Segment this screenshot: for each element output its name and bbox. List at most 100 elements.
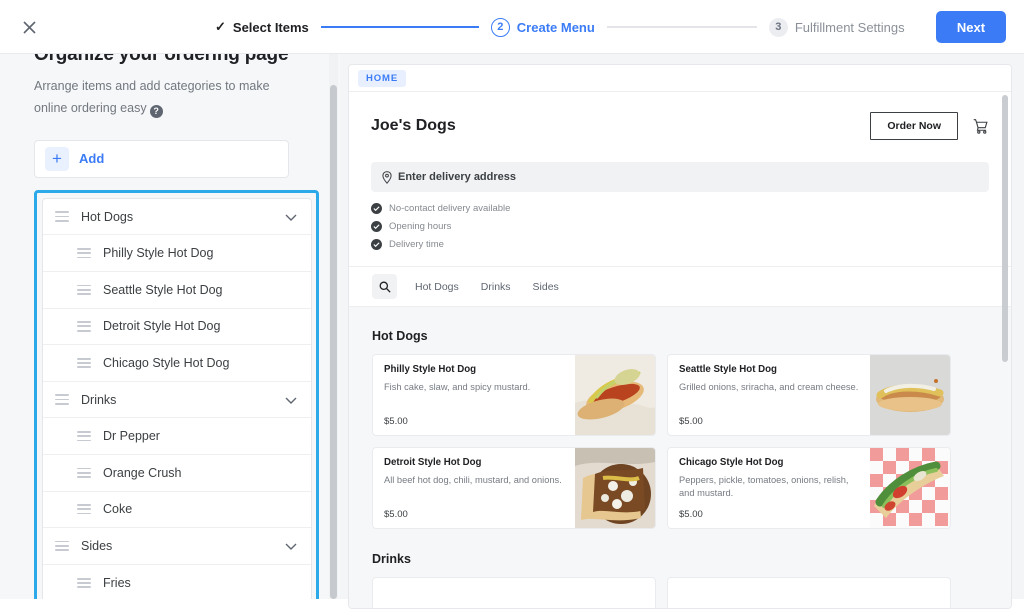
drag-handle-icon[interactable] xyxy=(55,211,69,222)
dish-card-placeholder[interactable] xyxy=(372,577,656,608)
nav-link-drinks[interactable]: Drinks xyxy=(481,281,511,293)
detroit-hot-dog-photo xyxy=(575,448,655,528)
tab-home[interactable]: HOME xyxy=(358,69,407,87)
cart-icon[interactable] xyxy=(972,118,989,135)
item-row-fries[interactable]: Fries xyxy=(43,565,311,599)
item-row-seattle-style-hot-dog[interactable]: Seattle Style Hot Dog xyxy=(43,272,311,309)
drag-handle-icon[interactable] xyxy=(77,577,91,589)
chevron-down-icon[interactable] xyxy=(285,208,297,226)
wizard-step-number: 3 xyxy=(768,17,788,37)
check-circle-icon xyxy=(371,239,382,250)
drag-handle-icon[interactable] xyxy=(77,467,91,478)
dish-price: $5.00 xyxy=(384,416,408,427)
chevron-down-icon[interactable] xyxy=(285,537,297,555)
delivery-address-input[interactable]: Enter delivery address xyxy=(371,162,989,192)
wizard-connector-active xyxy=(320,26,479,28)
wizard-step-create-menu[interactable]: 2 Create Menu xyxy=(490,17,595,37)
plus-icon: + xyxy=(45,146,69,171)
drag-handle-icon[interactable] xyxy=(55,394,69,405)
dish-description: All beef hot dog, chili, mustard, and on… xyxy=(384,475,562,485)
next-button[interactable]: Next xyxy=(936,11,1006,43)
drag-handle-icon[interactable] xyxy=(55,540,69,552)
store-fact-label: Delivery time xyxy=(389,239,444,250)
dish-name: Seattle Style Hot Dog xyxy=(679,364,777,375)
store-preview-frame: HOME Joe's Dogs Order Now Enter delivery… xyxy=(348,64,1012,609)
drag-handle-icon[interactable] xyxy=(77,504,91,515)
wizard-step-fulfillment-settings[interactable]: 3 Fulfillment Settings xyxy=(768,17,905,37)
category-row-sides[interactable]: Sides xyxy=(43,528,311,565)
row-label: Seattle Style Hot Dog xyxy=(103,282,223,297)
dish-price: $5.00 xyxy=(679,509,703,520)
search-icon[interactable] xyxy=(372,274,397,299)
row-label: Orange Crush xyxy=(103,465,182,480)
store-name: Joe's Dogs xyxy=(371,117,456,134)
check-circle-icon xyxy=(371,203,382,214)
close-icon[interactable] xyxy=(18,16,40,38)
store-fact: Opening hours xyxy=(371,221,989,232)
dish-name: Chicago Style Hot Dog xyxy=(679,457,784,468)
check-circle-icon xyxy=(371,221,382,232)
store-fact: No-contact delivery available xyxy=(371,203,989,214)
sidebar-scrollbar-thumb[interactable] xyxy=(330,85,337,599)
item-row-orange-crush[interactable]: Orange Crush xyxy=(43,455,311,492)
menu-category-nav: Hot Dogs Drinks Sides xyxy=(349,266,1011,307)
dish-card-philly-style-hot-dog[interactable]: Philly Style Hot Dog Fish cake, slaw, an… xyxy=(372,354,656,436)
dish-description: Fish cake, slaw, and spicy mustard. xyxy=(384,382,531,392)
store-preview-panel: HOME Joe's Dogs Order Now Enter delivery… xyxy=(340,54,1024,609)
wizard-step-label: Create Menu xyxy=(516,19,595,35)
item-row-coke[interactable]: Coke xyxy=(43,492,311,529)
chevron-down-icon[interactable] xyxy=(285,391,297,409)
drag-handle-icon[interactable] xyxy=(77,247,91,259)
dish-card-chicago-style-hot-dog[interactable]: Chicago Style Hot Dog Peppers, pickle, t… xyxy=(667,447,951,529)
menu-structure-highlight: Hot Dogs Philly Style Hot Dog Seattle St… xyxy=(34,189,319,599)
dish-price: $5.00 xyxy=(679,416,703,427)
drag-handle-icon[interactable] xyxy=(77,357,91,369)
item-row-dr-pepper[interactable]: Dr Pepper xyxy=(43,418,311,455)
drag-handle-icon[interactable] xyxy=(77,321,91,332)
wizard-topbar: ✓ Select Items 2 Create Menu 3 Fulfillme… xyxy=(0,0,1024,54)
preview-scrollbar-thumb[interactable] xyxy=(1002,95,1008,362)
help-icon[interactable]: ? xyxy=(149,105,163,119)
wizard-step-select-items[interactable]: ✓ Select Items xyxy=(215,19,309,35)
row-label: Chicago Style Hot Dog xyxy=(103,355,230,370)
item-row-philly-style-hot-dog[interactable]: Philly Style Hot Dog xyxy=(43,235,311,272)
preview-page-tabs: HOME xyxy=(349,65,1011,92)
delivery-address-placeholder: Enter delivery address xyxy=(398,171,517,183)
nav-link-sides[interactable]: Sides xyxy=(533,281,559,293)
order-now-button[interactable]: Order Now xyxy=(870,112,958,140)
nav-link-hot-dogs[interactable]: Hot Dogs xyxy=(415,281,459,293)
category-row-hot-dogs[interactable]: Hot Dogs xyxy=(43,199,311,236)
drag-handle-icon[interactable] xyxy=(77,284,91,295)
dish-card-detroit-style-hot-dog[interactable]: Detroit Style Hot Dog All beef hot dog, … xyxy=(372,447,656,529)
organize-sidebar: Organize your ordering page Arrange item… xyxy=(0,54,340,599)
page-subtitle: Arrange items and add categories to make… xyxy=(34,76,284,120)
page-title: Organize your ordering page xyxy=(34,54,289,65)
add-button-label: Add xyxy=(79,151,105,167)
row-label: Dr Pepper xyxy=(103,429,160,444)
dish-name: Detroit Style Hot Dog xyxy=(384,457,482,468)
row-label: Fries xyxy=(103,575,131,590)
row-label: Coke xyxy=(103,502,133,517)
dish-card-placeholder[interactable] xyxy=(667,577,951,608)
wizard-step-label: Fulfillment Settings xyxy=(794,19,905,35)
dish-price: $5.00 xyxy=(384,509,408,520)
dish-card-seattle-style-hot-dog[interactable]: Seattle Style Hot Dog Grilled onions, sr… xyxy=(667,354,951,436)
drag-handle-icon[interactable] xyxy=(77,430,91,442)
row-label: Sides xyxy=(81,538,113,553)
item-row-chicago-style-hot-dog[interactable]: Chicago Style Hot Dog xyxy=(43,345,311,382)
wizard-steps: ✓ Select Items 2 Create Menu 3 Fulfillme… xyxy=(215,0,905,54)
section-title-hot-dogs: Hot Dogs xyxy=(372,329,428,343)
add-category-button[interactable]: + Add xyxy=(34,139,289,178)
category-row-drinks[interactable]: Drinks xyxy=(43,382,311,419)
wizard-connector-inactive xyxy=(606,26,757,28)
store-fact-label: Opening hours xyxy=(389,221,452,232)
dish-description: Peppers, pickle, tomatoes, onions, relis… xyxy=(679,475,849,498)
seattle-hot-dog-photo xyxy=(870,355,950,435)
dish-name: Philly Style Hot Dog xyxy=(384,364,477,375)
menu-structure-list: Hot Dogs Philly Style Hot Dog Seattle St… xyxy=(42,197,312,599)
chicago-hot-dog-photo xyxy=(870,448,950,528)
row-label: Detroit Style Hot Dog xyxy=(103,319,221,334)
drinks-card-grid xyxy=(372,577,988,608)
row-label: Philly Style Hot Dog xyxy=(103,246,214,261)
item-row-detroit-style-hot-dog[interactable]: Detroit Style Hot Dog xyxy=(43,309,311,346)
